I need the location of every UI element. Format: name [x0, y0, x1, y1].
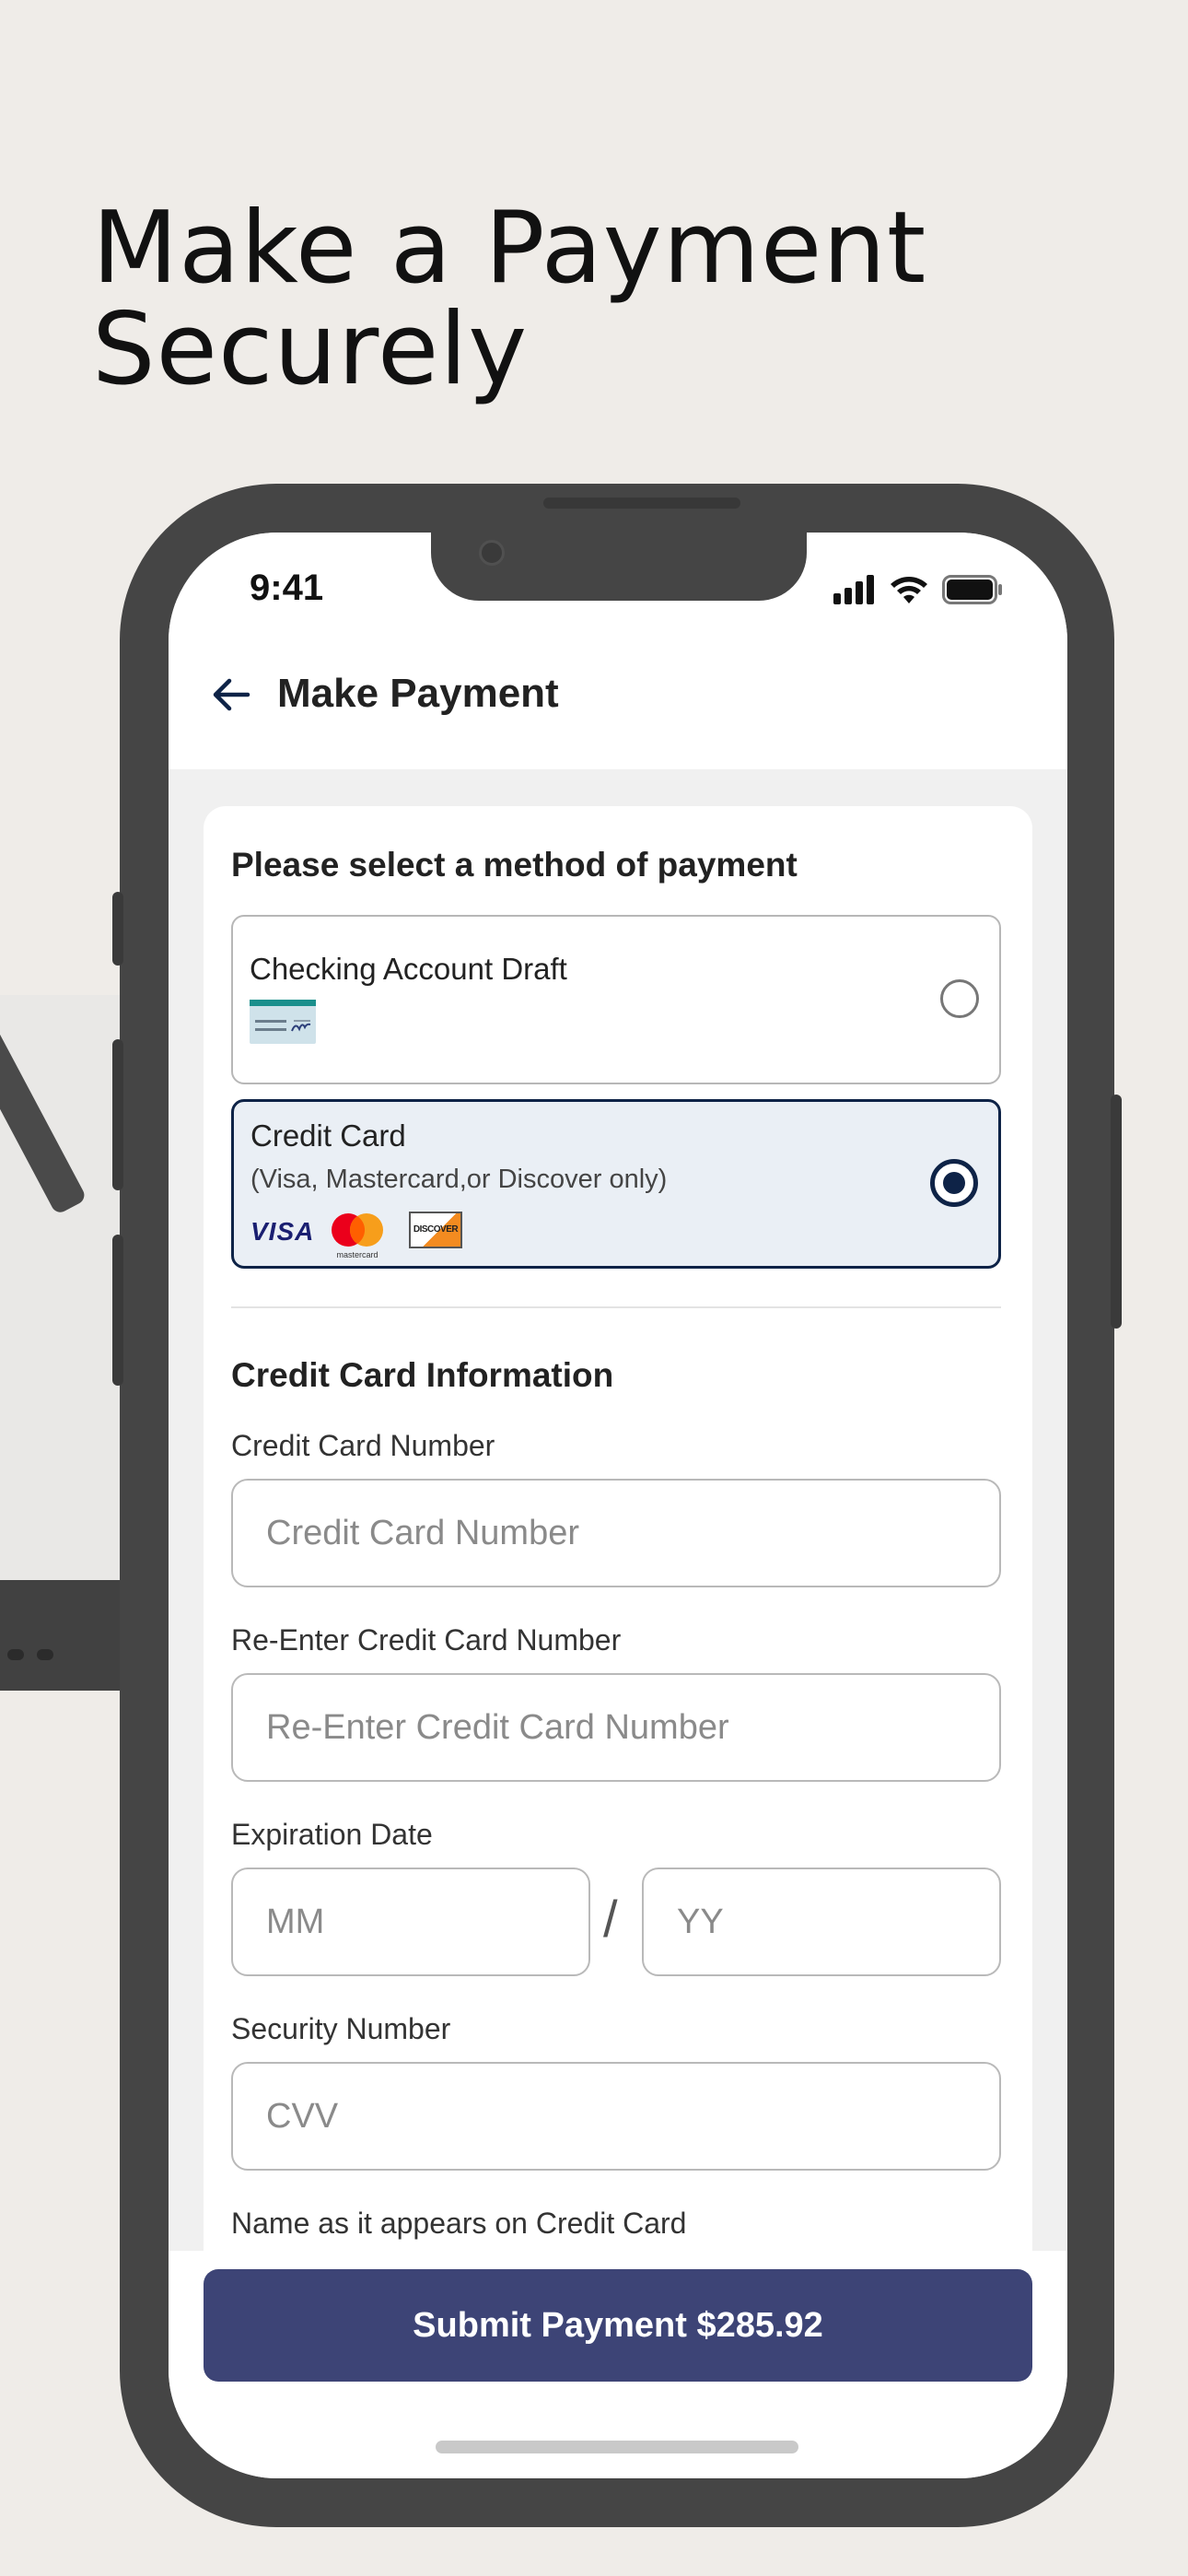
page-title: Make Payment — [277, 671, 559, 716]
battery-icon — [942, 575, 1002, 604]
option-checking-account[interactable]: Checking Account Draft — [231, 915, 1001, 1084]
phone-volume-up — [112, 1039, 123, 1190]
expiration-year-input[interactable] — [642, 1868, 1001, 1976]
submit-payment-button[interactable]: Submit Payment $285.92 — [204, 2269, 1032, 2382]
marketing-headline: Make a Payment Securely — [92, 198, 926, 401]
card-number-confirm-label: Re-Enter Credit Card Number — [231, 1623, 622, 1657]
phone-speaker — [543, 498, 740, 509]
app-header: 9:41 Make Payment — [169, 533, 1067, 769]
expiration-label: Expiration Date — [231, 1818, 433, 1851]
security-number-label: Security Number — [231, 2012, 451, 2045]
phone-screen: 9:41 Make Payment Please select a method… — [169, 533, 1067, 2478]
check-icon — [250, 1000, 316, 1044]
credit-card-info-title: Credit Card Information — [231, 1356, 614, 1394]
option-credit-card-sublabel: (Visa, Mastercard,or Discover only) — [250, 1165, 668, 1194]
headline-line-2: Securely — [92, 292, 529, 407]
payment-method-title: Please select a method of payment — [231, 846, 798, 884]
section-divider — [231, 1306, 1001, 1308]
phone-volume-down — [112, 1235, 123, 1386]
cvv-input[interactable] — [231, 2062, 1001, 2171]
card-number-confirm-input[interactable] — [231, 1673, 1001, 1782]
mastercard-wordmark: mastercard — [336, 1250, 379, 1259]
front-camera — [479, 540, 505, 566]
card-number-label: Credit Card Number — [231, 1429, 495, 1462]
option-checking-label: Checking Account Draft — [250, 952, 567, 986]
radio-checking[interactable] — [940, 979, 979, 1018]
option-credit-card[interactable]: Credit Card (Visa, Mastercard,or Discove… — [231, 1099, 1001, 1269]
headline-line-1: Make a Payment — [92, 191, 927, 306]
tablet-foot — [37, 1649, 53, 1660]
phone-notch — [431, 533, 807, 601]
wifi-icon — [891, 577, 927, 603]
expiration-month-input[interactable] — [231, 1868, 590, 1976]
signal-icon — [833, 575, 874, 604]
radio-credit-card[interactable] — [930, 1159, 978, 1207]
phone-power-button — [1111, 1095, 1122, 1329]
discover-logo: DISCOVER — [409, 1212, 462, 1248]
payment-form-card: Please select a method of payment Checki… — [204, 806, 1032, 2391]
phone-mute-switch — [112, 892, 123, 966]
visa-logo: VISA — [250, 1217, 315, 1246]
expiration-separator: / — [603, 1890, 618, 1948]
submit-footer: Submit Payment $285.92 — [169, 2251, 1067, 2478]
status-time: 9:41 — [250, 568, 324, 608]
card-number-input[interactable] — [231, 1479, 1001, 1587]
cardholder-name-label: Name as it appears on Credit Card — [231, 2207, 687, 2240]
home-indicator — [436, 2441, 798, 2453]
option-credit-card-label: Credit Card — [250, 1118, 406, 1153]
back-arrow-icon[interactable] — [207, 671, 255, 719]
mastercard-logo — [332, 1213, 383, 1247]
status-icons — [832, 571, 1003, 608]
tablet-foot — [7, 1649, 24, 1660]
